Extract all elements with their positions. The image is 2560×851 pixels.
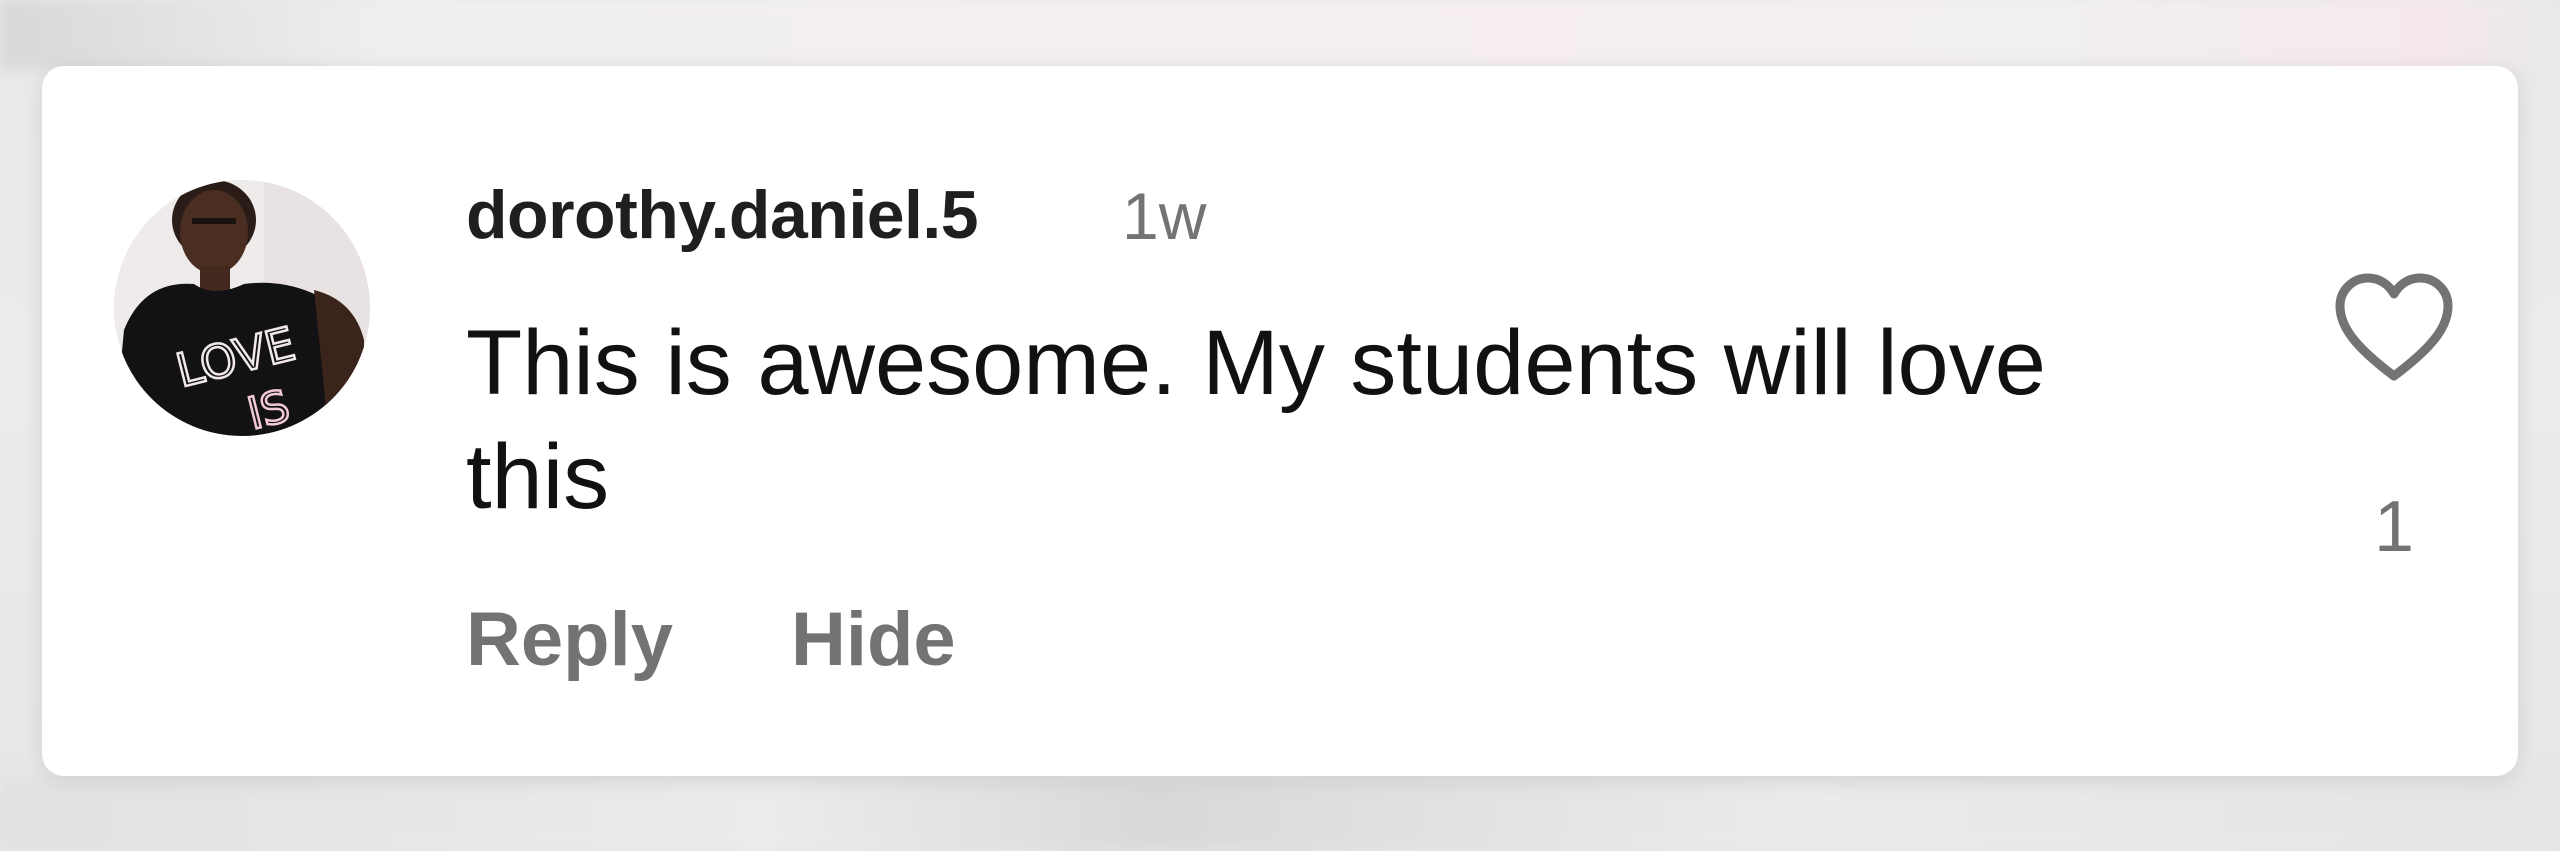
like-count: 1 — [2373, 487, 2415, 567]
hide-button[interactable]: Hide — [791, 596, 956, 683]
reply-button[interactable]: Reply — [466, 596, 673, 683]
blurred-background-bottom — [0, 780, 2560, 851]
comment-card: LOVE IS dorothy.daniel.5 1w This is awes… — [42, 66, 2518, 776]
blurred-background-top — [0, 0, 2560, 70]
comment-actions: Reply Hide — [466, 596, 956, 683]
avatar[interactable]: LOVE IS — [114, 180, 370, 436]
heart-outline-icon[interactable] — [2334, 272, 2454, 388]
comment-timestamp: 1w — [1122, 179, 1207, 253]
comment-username[interactable]: dorothy.daniel.5 — [466, 176, 979, 254]
comment-text: This is awesome. My students will love t… — [466, 312, 2046, 528]
avatar-photo: LOVE IS — [114, 180, 370, 436]
